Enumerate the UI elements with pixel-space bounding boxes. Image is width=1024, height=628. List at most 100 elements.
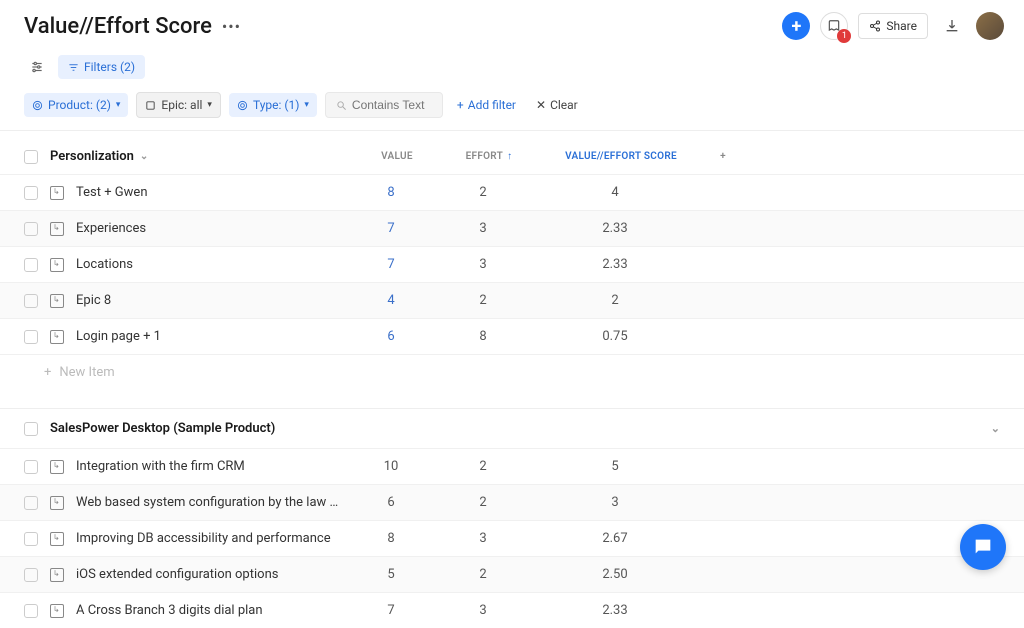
row-checkbox[interactable]: [24, 330, 38, 344]
item-name: Web based system configuration by the la…: [76, 495, 344, 510]
effort-cell[interactable]: 3: [438, 257, 528, 272]
row-checkbox[interactable]: [24, 460, 38, 474]
effort-cell[interactable]: 2: [438, 293, 528, 308]
table-row[interactable]: Experiences 7 3 2.33: [0, 210, 1024, 246]
share-label: Share: [886, 19, 917, 33]
table-row[interactable]: Test + Gwen 8 2 4: [0, 174, 1024, 210]
chat-button[interactable]: [960, 524, 1006, 570]
row-checkbox[interactable]: [24, 604, 38, 618]
score-cell: 4: [540, 185, 690, 200]
chevron-down-icon: ▾: [304, 100, 309, 110]
item-type-icon: [50, 222, 64, 236]
effort-cell[interactable]: 3: [438, 603, 528, 618]
download-button[interactable]: [938, 12, 966, 40]
table-row[interactable]: A Cross Branch 3 digits dial plan 7 3 2.…: [0, 592, 1024, 628]
item-type-icon: [50, 496, 64, 510]
search-icon: [336, 100, 347, 111]
group-rows: Test + Gwen 8 2 4 Experiences 7 3 2.33 L…: [0, 174, 1024, 354]
filter-product[interactable]: Product: (2) ▾: [24, 93, 128, 117]
score-cell: 2.33: [540, 221, 690, 236]
row-checkbox[interactable]: [24, 258, 38, 272]
add-filter-label: Add filter: [468, 98, 516, 112]
row-checkbox[interactable]: [24, 568, 38, 582]
table-row[interactable]: Login page + 1 6 8 0.75: [0, 318, 1024, 354]
value-cell[interactable]: 5: [356, 567, 426, 582]
add-column-button[interactable]: +: [708, 151, 738, 162]
filter-type[interactable]: Type: (1) ▾: [229, 93, 317, 117]
more-menu-icon[interactable]: •••: [222, 17, 241, 36]
filter-search[interactable]: [325, 92, 443, 118]
group-header: SalesPower Desktop (Sample Product) ⌄: [0, 408, 1024, 448]
settings-sliders-button[interactable]: [24, 54, 50, 80]
new-item-row[interactable]: + New Item: [0, 354, 1024, 390]
share-button[interactable]: Share: [858, 13, 928, 39]
group-checkbox[interactable]: [24, 150, 38, 164]
score-cell: 2.33: [540, 603, 690, 618]
effort-cell[interactable]: 3: [438, 221, 528, 236]
effort-cell[interactable]: 8: [438, 329, 528, 344]
add-filter-button[interactable]: + Add filter: [451, 94, 522, 116]
value-cell[interactable]: 8: [356, 185, 426, 200]
row-checkbox[interactable]: [24, 186, 38, 200]
item-name: Integration with the firm CRM: [76, 459, 344, 474]
value-cell[interactable]: 6: [356, 495, 426, 510]
value-cell[interactable]: 4: [356, 293, 426, 308]
value-cell[interactable]: 10: [356, 459, 426, 474]
filter-epic[interactable]: Epic: all ▾: [136, 92, 221, 118]
score-cell: 0.75: [540, 329, 690, 344]
share-icon: [869, 20, 881, 32]
chevron-down-icon[interactable]: ⌄: [991, 422, 1000, 435]
effort-cell[interactable]: 2: [438, 567, 528, 582]
add-button[interactable]: +: [782, 12, 810, 40]
effort-cell[interactable]: 2: [438, 495, 528, 510]
item-type-icon: [50, 460, 64, 474]
effort-cell[interactable]: 2: [438, 185, 528, 200]
table-row[interactable]: Web based system configuration by the la…: [0, 484, 1024, 520]
value-cell[interactable]: 7: [356, 603, 426, 618]
filter-icon: [68, 62, 79, 73]
epic-icon: [145, 100, 156, 111]
group-header: Personlization ⌄ VALUE EFFORT ↑ VALUE//E…: [0, 139, 1024, 174]
table-row[interactable]: Locations 7 3 2.33: [0, 246, 1024, 282]
chevron-down-icon[interactable]: ⌄: [140, 151, 148, 162]
item-name: Experiences: [76, 221, 344, 236]
user-avatar[interactable]: [976, 12, 1004, 40]
value-cell[interactable]: 6: [356, 329, 426, 344]
views-button[interactable]: 1: [820, 12, 848, 40]
table-row[interactable]: Improving DB accessibility and performan…: [0, 520, 1024, 556]
search-input[interactable]: [352, 98, 432, 112]
item-name: Epic 8: [76, 293, 344, 308]
divider: [0, 130, 1024, 131]
value-cell[interactable]: 7: [356, 257, 426, 272]
group-checkbox[interactable]: [24, 422, 38, 436]
filter-product-label: Product: (2): [48, 98, 111, 112]
column-score[interactable]: VALUE//EFFORT SCORE: [546, 151, 696, 162]
filters-chip[interactable]: Filters (2): [58, 55, 145, 79]
score-cell: 2.33: [540, 257, 690, 272]
sliders-icon: [30, 60, 44, 74]
clear-filters-button[interactable]: ✕ Clear: [530, 94, 584, 116]
chevron-down-icon: ▾: [207, 100, 212, 110]
row-checkbox[interactable]: [24, 294, 38, 308]
item-name: Locations: [76, 257, 344, 272]
row-checkbox[interactable]: [24, 222, 38, 236]
item-name: Improving DB accessibility and performan…: [76, 531, 344, 546]
chat-icon: [972, 536, 994, 558]
item-name: iOS extended configuration options: [76, 567, 344, 582]
sort-up-icon: ↑: [507, 151, 512, 162]
row-checkbox[interactable]: [24, 496, 38, 510]
item-type-icon: [50, 568, 64, 582]
item-name: A Cross Branch 3 digits dial plan: [76, 603, 344, 618]
row-checkbox[interactable]: [24, 532, 38, 546]
column-value[interactable]: VALUE: [362, 151, 432, 162]
effort-cell[interactable]: 2: [438, 459, 528, 474]
target-icon: [237, 100, 248, 111]
table-row[interactable]: Integration with the firm CRM 10 2 5: [0, 448, 1024, 484]
value-cell[interactable]: 7: [356, 221, 426, 236]
table-row[interactable]: Epic 8 4 2 2: [0, 282, 1024, 318]
value-cell[interactable]: 8: [356, 531, 426, 546]
effort-cell[interactable]: 3: [438, 531, 528, 546]
notification-badge: 1: [837, 29, 851, 43]
table-row[interactable]: iOS extended configuration options 5 2 2…: [0, 556, 1024, 592]
column-effort[interactable]: EFFORT ↑: [444, 151, 534, 162]
